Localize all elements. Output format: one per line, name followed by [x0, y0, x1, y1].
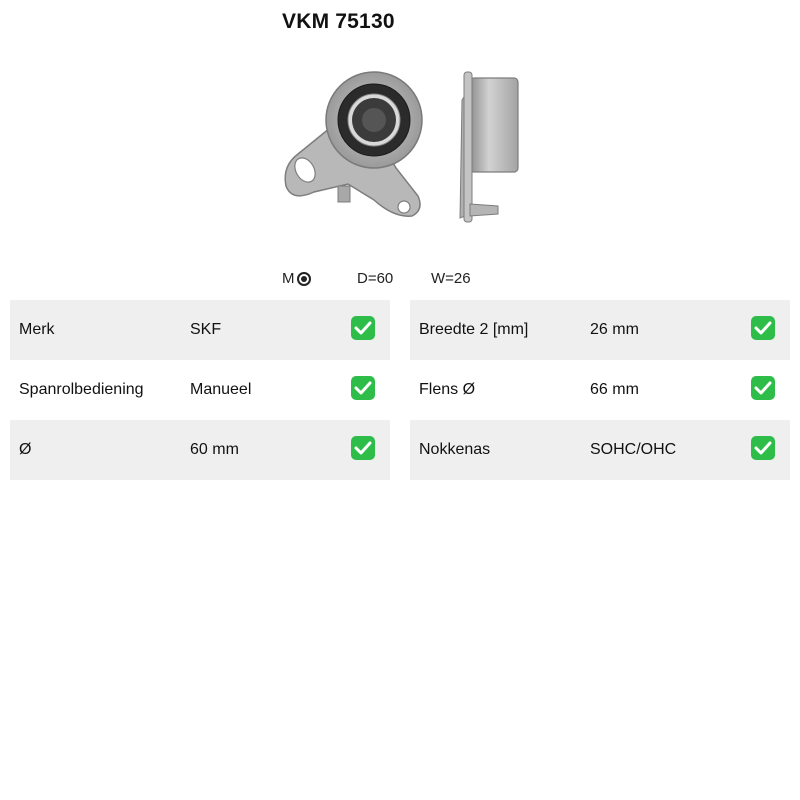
row-value: 26 mm: [590, 321, 639, 338]
row-label: Spanrolbediening: [19, 381, 144, 398]
row-value: 60 mm: [190, 441, 239, 458]
table-row: Nokkenas SOHC/OHC: [410, 420, 790, 480]
check-icon: [751, 376, 775, 400]
row-value: Manueel: [190, 381, 252, 398]
row-label: Nokkenas: [419, 441, 491, 458]
specs-bar: M D=60 W=26: [0, 270, 800, 290]
width-spec: W=26: [431, 270, 471, 287]
row-value: SKF: [190, 321, 222, 338]
check-icon: [351, 316, 375, 340]
product-title: VKM 75130: [282, 10, 395, 33]
spec-table-right: Breedte 2 [mm] 26 mm Flens Ø 66 mm Nokke…: [410, 300, 790, 480]
diameter-spec: D=60: [357, 270, 394, 287]
table-row: Spanrolbediening Manueel: [10, 360, 390, 420]
row-value: 66 mm: [590, 381, 639, 398]
row-label: Merk: [19, 321, 55, 338]
row-label: Flens Ø: [419, 381, 476, 398]
product-image: [284, 71, 519, 223]
mounting-spec: M: [282, 270, 311, 287]
mounting-label: M: [282, 270, 295, 287]
table-row: Ø 60 mm: [10, 420, 390, 480]
table-row: Merk SKF: [10, 300, 390, 360]
table-row: Breedte 2 [mm] 26 mm: [410, 300, 790, 360]
check-icon: [751, 316, 775, 340]
check-icon: [351, 376, 375, 400]
check-icon: [751, 436, 775, 460]
target-icon: [296, 271, 311, 286]
check-icon: [351, 436, 375, 460]
table-row: Flens Ø 66 mm: [410, 360, 790, 420]
row-value: SOHC/OHC: [590, 441, 677, 458]
spec-table-left: Merk SKF Spanrolbediening Manueel Ø 60 m…: [10, 300, 390, 480]
row-label: Ø: [19, 441, 32, 458]
row-label: Breedte 2 [mm]: [419, 321, 529, 338]
